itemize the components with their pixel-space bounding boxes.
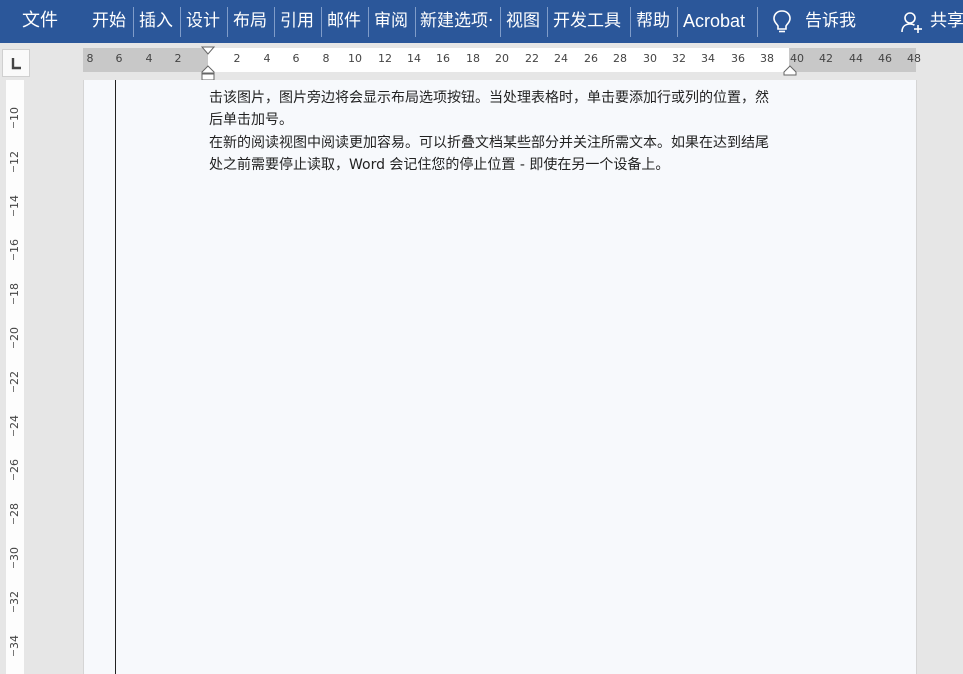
vruler-tick (13, 254, 14, 260)
text-line[interactable]: 击该图片，图片旁边将会显示布局选项按钮。当处理表格时，单击要添加行或列的位置，然 (209, 87, 799, 109)
ruler-label: 36 (731, 52, 745, 65)
tab-review[interactable]: 审阅 (374, 0, 408, 43)
workspace-background (917, 80, 963, 674)
vruler-tick (13, 606, 14, 612)
tab-separator (677, 7, 678, 37)
vruler-label: 28 (8, 503, 21, 517)
tab-layout[interactable]: 布局 (233, 0, 267, 43)
tab-separator (321, 7, 322, 37)
vruler-tick (13, 342, 14, 348)
tab-references[interactable]: 引用 (280, 0, 314, 43)
tab-acrobat[interactable]: Acrobat (683, 0, 745, 43)
ruler-label: 28 (613, 52, 627, 65)
ruler-label: 42 (819, 52, 833, 65)
ruler-label: 38 (760, 52, 774, 65)
vruler-tick (13, 474, 14, 480)
tell-me-search[interactable]: 告诉我 (805, 0, 856, 43)
ruler-label: 32 (672, 52, 686, 65)
ruler-label: 6 (292, 52, 300, 65)
ruler-label: 4 (145, 52, 153, 65)
tab-developer[interactable]: 开发工具 (553, 0, 621, 43)
ruler-label: 8 (86, 52, 94, 65)
tab-mailings[interactable]: 邮件 (327, 0, 361, 43)
ruler-label: 44 (849, 52, 863, 65)
ruler-label: 20 (495, 52, 509, 65)
ruler-label: 24 (554, 52, 568, 65)
vruler-label: 24 (8, 415, 21, 429)
ribbon-tab-bar: 文件 开始 插入 设计 布局 引用 邮件 审阅 新建选项· 视图 开发工具 帮助… (0, 0, 963, 43)
document-body[interactable]: 击该图片，图片旁边将会显示布局选项按钮。当处理表格时，单击要添加行或列的位置，然… (209, 87, 799, 176)
ruler-label: 26 (584, 52, 598, 65)
ruler-label: 8 (322, 52, 330, 65)
tab-separator (630, 7, 631, 37)
text-line[interactable]: 在新的阅读视图中阅读更加容易。可以折叠文档某些部分并关注所需文本。如果在达到结尾 (209, 132, 799, 154)
ruler-label: 2 (233, 52, 241, 65)
ruler-row: 8 6 4 2 2 4 6 8 10 12 14 16 18 20 22 24 … (0, 43, 963, 81)
tab-separator (180, 7, 181, 37)
ruler-label: 16 (436, 52, 450, 65)
tab-separator (133, 7, 134, 37)
tab-view[interactable]: 视图 (506, 0, 540, 43)
ruler-label: 40 (790, 52, 804, 65)
margin-guide-line (115, 80, 116, 674)
ruler-label: 2 (174, 52, 182, 65)
ruler-label: 10 (348, 52, 362, 65)
tab-stop-selector[interactable] (2, 49, 30, 77)
tab-separator (547, 7, 548, 37)
tab-design[interactable]: 设计 (186, 0, 220, 43)
vruler-tick (13, 430, 14, 436)
vruler-tick (13, 386, 14, 392)
tab-separator (274, 7, 275, 37)
share-button[interactable]: 共享 (930, 0, 963, 43)
tab-separator (368, 7, 369, 37)
ruler-label: 48 (907, 52, 921, 65)
ruler-label: 18 (466, 52, 480, 65)
ruler-label: 12 (378, 52, 392, 65)
vertical-ruler[interactable]: 10 12 14 16 18 20 22 24 26 28 30 32 34 (0, 80, 31, 674)
vruler-label: 18 (8, 283, 21, 297)
ruler-label: 4 (263, 52, 271, 65)
vruler-label: 10 (8, 107, 21, 121)
tab-separator (227, 7, 228, 37)
ruler-label: 14 (407, 52, 421, 65)
tab-file[interactable]: 文件 (22, 0, 58, 43)
left-tab-icon (11, 58, 21, 70)
vruler-label: 30 (8, 547, 21, 561)
vruler-label: 22 (8, 371, 21, 385)
vruler-label: 34 (8, 635, 21, 649)
vruler-tick (13, 518, 14, 524)
text-line[interactable]: 后单击加号。 (209, 109, 799, 131)
ruler-label: 30 (643, 52, 657, 65)
lightbulb-icon[interactable] (771, 0, 793, 43)
ruler-label: 34 (701, 52, 715, 65)
vruler-label: 20 (8, 327, 21, 341)
vruler-label: 12 (8, 151, 21, 165)
share-person-icon[interactable] (900, 0, 924, 43)
tab-home[interactable]: 开始 (92, 0, 126, 43)
tab-separator (415, 7, 416, 37)
tab-separator (500, 7, 501, 37)
vruler-tick (13, 122, 14, 128)
vruler-label: 32 (8, 591, 21, 605)
vruler-label: 16 (8, 239, 21, 253)
vruler-tick (13, 650, 14, 656)
vruler-tick (13, 166, 14, 172)
vruler-label: 26 (8, 459, 21, 473)
vruler-tick (13, 210, 14, 216)
tab-new-options[interactable]: 新建选项· (420, 0, 497, 43)
ruler-label: 46 (878, 52, 892, 65)
tab-insert[interactable]: 插入 (139, 0, 173, 43)
ruler-label: 22 (525, 52, 539, 65)
tab-separator (757, 7, 758, 37)
right-indent-marker[interactable] (783, 65, 797, 77)
vruler-label: 14 (8, 195, 21, 209)
tab-help[interactable]: 帮助 (636, 0, 670, 43)
first-line-indent-marker[interactable] (201, 46, 215, 58)
ruler-label: 6 (115, 52, 123, 65)
vruler-tick (13, 298, 14, 304)
vruler-tick (13, 562, 14, 568)
text-line[interactable]: 处之前需要停止读取，Word 会记住您的停止位置 - 即使在另一个设备上。 (209, 154, 799, 176)
